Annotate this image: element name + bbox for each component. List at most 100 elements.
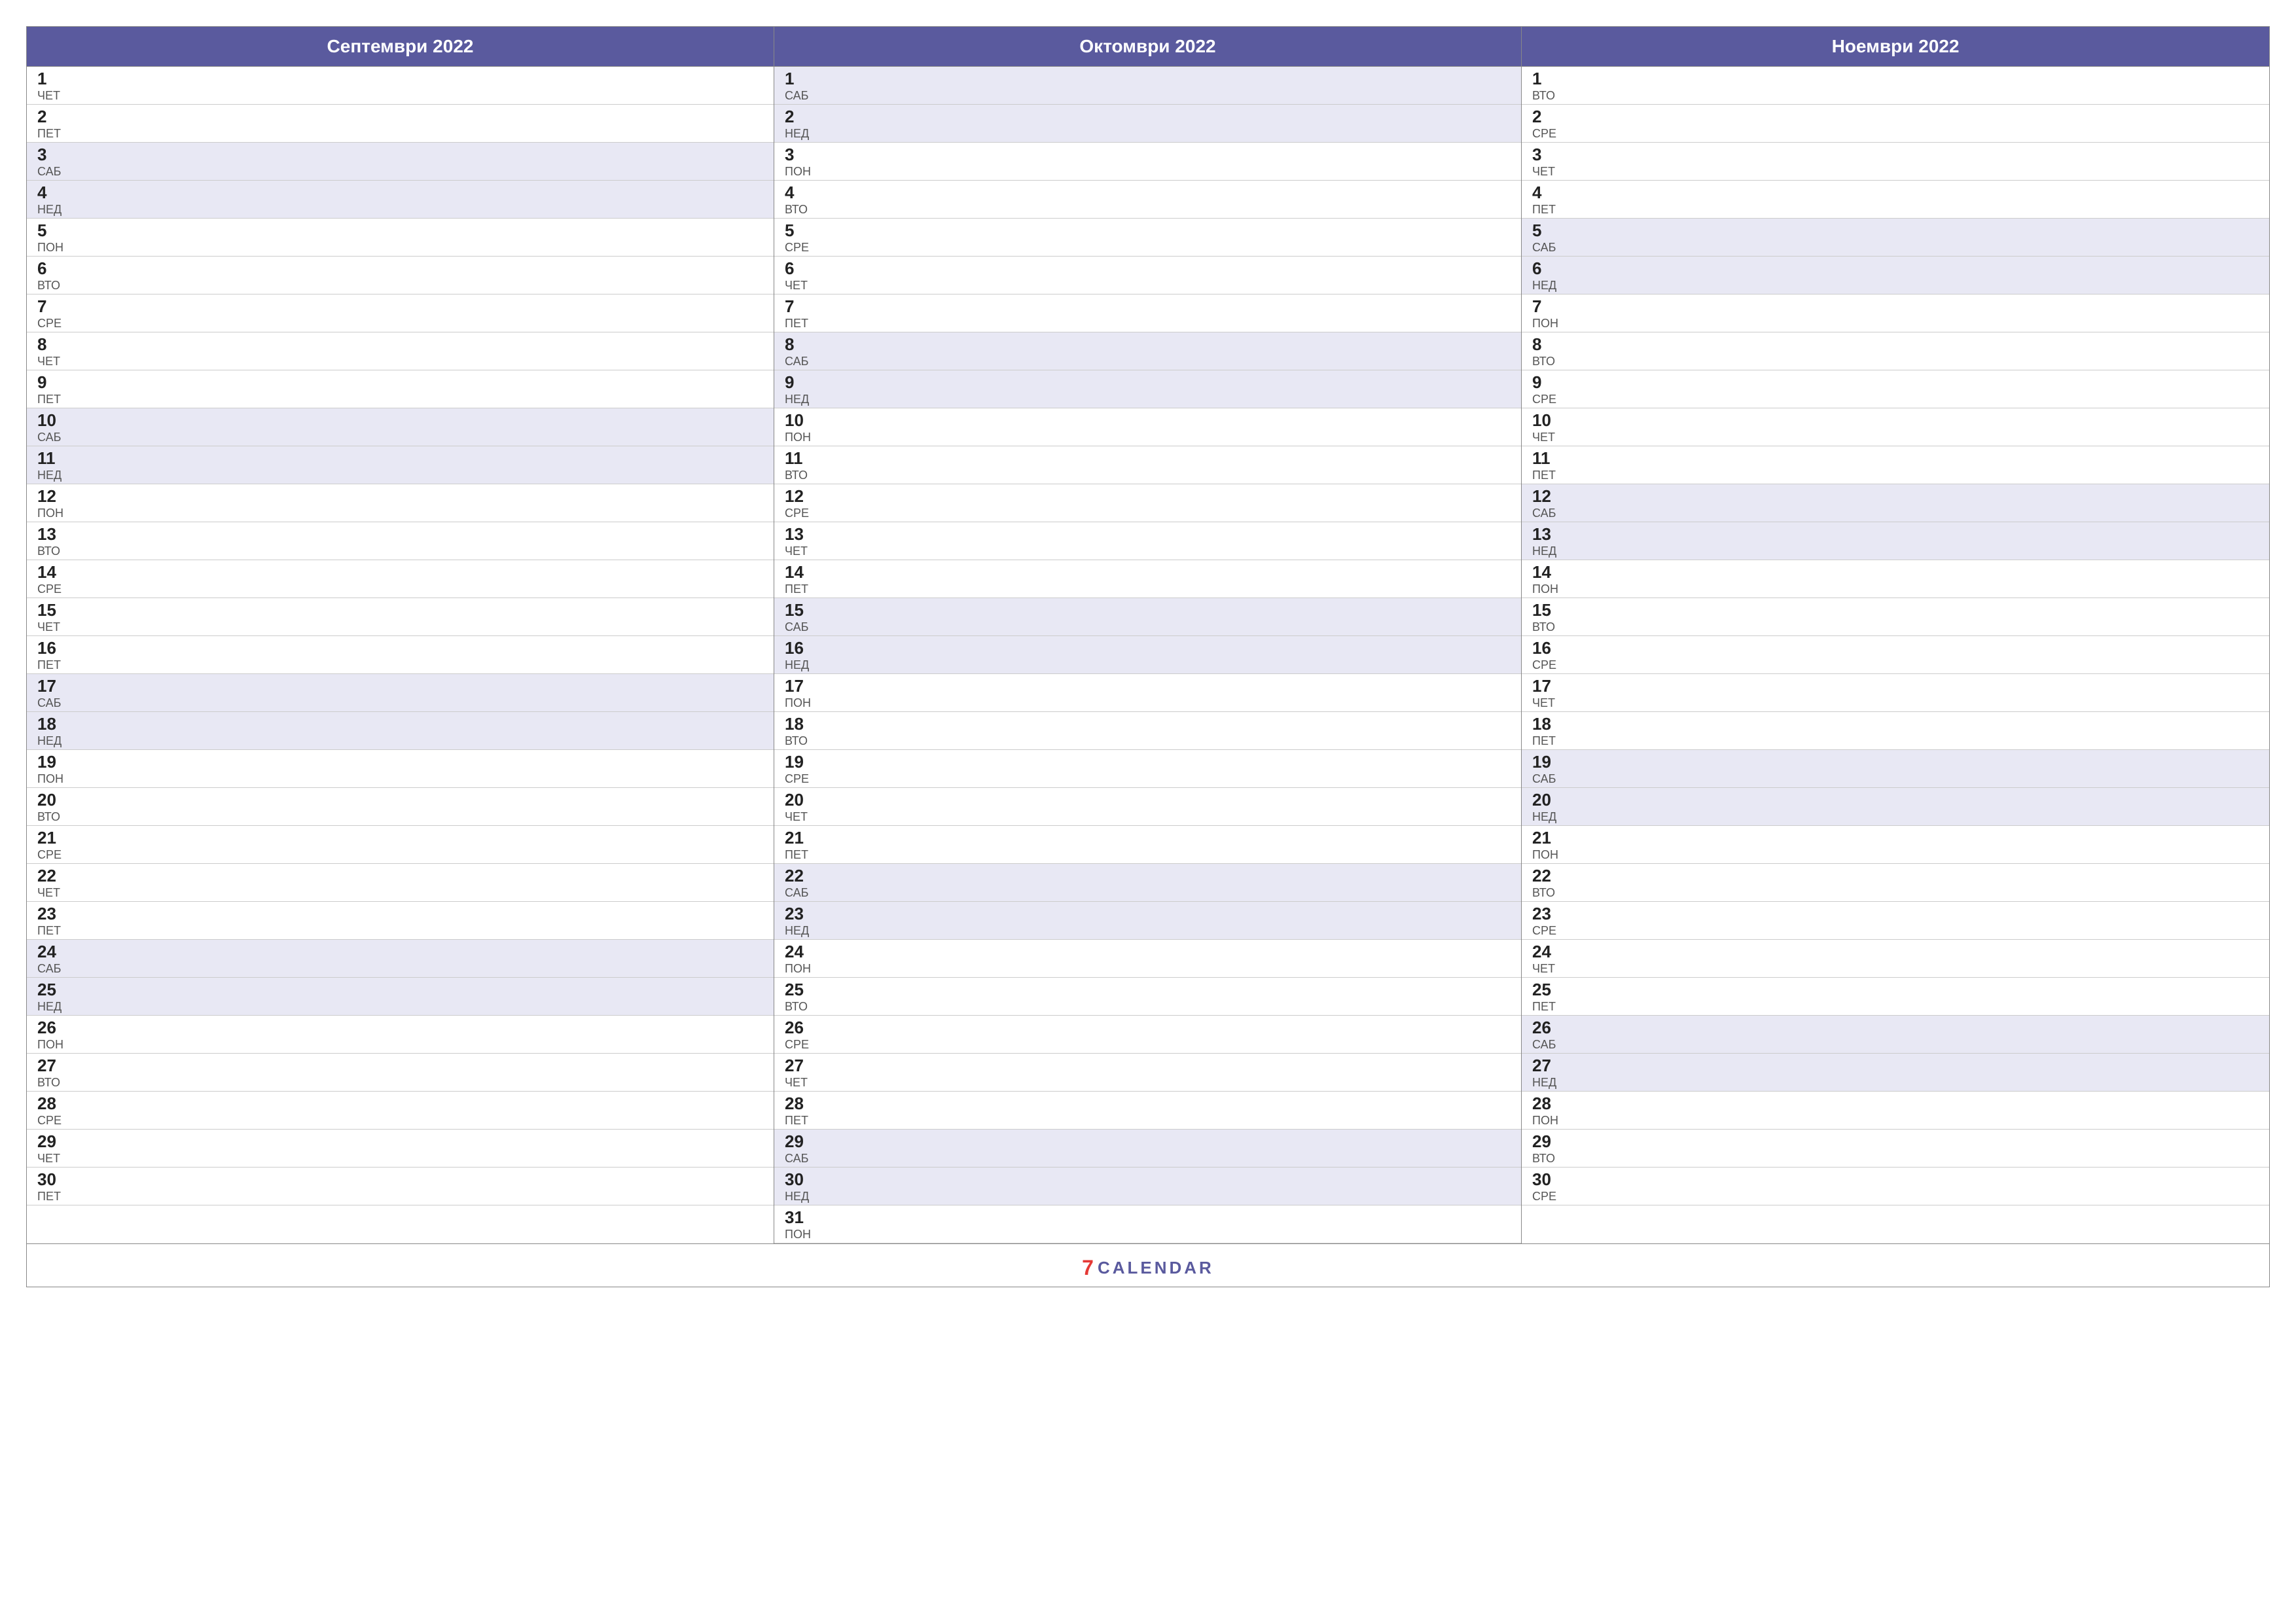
day-info: 6ВТО bbox=[37, 259, 69, 291]
day-number: 18 bbox=[1532, 715, 1564, 734]
day-name: САБ bbox=[1532, 241, 1564, 253]
day-name: ВТО bbox=[785, 469, 816, 481]
day-info: 13ВТО bbox=[37, 525, 69, 557]
day-name: ПОН bbox=[37, 1039, 69, 1050]
day-name: СРЕ bbox=[785, 773, 816, 785]
day-row: 17ПОН bbox=[774, 674, 1521, 712]
day-name: НЕД bbox=[785, 925, 816, 936]
day-row: 21ПОН bbox=[1522, 826, 2269, 864]
day-name: ПЕТ bbox=[1532, 204, 1564, 215]
day-name: ЧЕТ bbox=[37, 90, 69, 101]
day-row: 29ВТО bbox=[1522, 1130, 2269, 1168]
day-name: ПЕТ bbox=[1532, 735, 1564, 747]
day-info: 23СРЕ bbox=[1532, 904, 1564, 936]
day-name: НЕД bbox=[785, 1190, 816, 1202]
day-number: 13 bbox=[785, 525, 816, 544]
day-row: 8ЧЕТ bbox=[27, 332, 774, 370]
day-number: 8 bbox=[785, 335, 816, 354]
day-info: 20ВТО bbox=[37, 791, 69, 823]
day-row: 19ПОН bbox=[27, 750, 774, 788]
day-number: 18 bbox=[785, 715, 816, 734]
day-number: 28 bbox=[37, 1094, 69, 1113]
day-number: 11 bbox=[37, 449, 69, 468]
day-info: 9НЕД bbox=[785, 373, 816, 405]
day-number: 29 bbox=[1532, 1132, 1564, 1151]
day-row: 3ПОН bbox=[774, 143, 1521, 181]
day-info: 29ВТО bbox=[1532, 1132, 1564, 1164]
day-info: 20НЕД bbox=[1532, 791, 1564, 823]
day-info: 12СРЕ bbox=[785, 487, 816, 519]
day-info: 15ВТО bbox=[1532, 601, 1564, 633]
day-row: 6ВТО bbox=[27, 257, 774, 294]
day-info: 4ВТО bbox=[785, 183, 816, 215]
day-info: 7ПОН bbox=[1532, 297, 1564, 329]
day-name: НЕД bbox=[785, 128, 816, 139]
day-number: 18 bbox=[37, 715, 69, 734]
day-info: 2НЕД bbox=[785, 107, 816, 139]
day-number: 14 bbox=[785, 563, 816, 582]
day-row: 4НЕД bbox=[27, 181, 774, 219]
day-info: 29САБ bbox=[785, 1132, 816, 1164]
day-row: 31ПОН bbox=[774, 1205, 1521, 1243]
day-name: НЕД bbox=[785, 659, 816, 671]
day-number: 20 bbox=[785, 791, 816, 810]
day-number: 23 bbox=[785, 904, 816, 923]
day-number: 9 bbox=[785, 373, 816, 392]
day-row: 15ВТО bbox=[1522, 598, 2269, 636]
day-name: ВТО bbox=[37, 279, 69, 291]
day-row: 25НЕД bbox=[27, 978, 774, 1016]
day-number: 16 bbox=[785, 639, 816, 658]
day-name: ВТО bbox=[1532, 887, 1564, 899]
day-row: 9СРЕ bbox=[1522, 370, 2269, 408]
day-name: ЧЕТ bbox=[37, 621, 69, 633]
day-info: 9СРЕ bbox=[1532, 373, 1564, 405]
day-number: 7 bbox=[785, 297, 816, 316]
day-info: 23ПЕТ bbox=[37, 904, 69, 936]
day-row: 28СРЕ bbox=[27, 1092, 774, 1130]
day-name: СРЕ bbox=[37, 317, 69, 329]
day-row: 20НЕД bbox=[1522, 788, 2269, 826]
day-name: ПЕТ bbox=[785, 583, 816, 595]
day-row: 11ВТО bbox=[774, 446, 1521, 484]
day-row: 5СРЕ bbox=[774, 219, 1521, 257]
day-number: 26 bbox=[1532, 1018, 1564, 1037]
day-name: ВТО bbox=[1532, 355, 1564, 367]
day-row: 18ВТО bbox=[774, 712, 1521, 750]
day-info: 18ВТО bbox=[785, 715, 816, 747]
day-number: 19 bbox=[37, 753, 69, 772]
day-name: ПЕТ bbox=[37, 393, 69, 405]
day-row: 7СРЕ bbox=[27, 294, 774, 332]
day-name: НЕД bbox=[1532, 1077, 1564, 1088]
day-row: 16ПЕТ bbox=[27, 636, 774, 674]
day-name: САБ bbox=[785, 1152, 816, 1164]
day-name: ЧЕТ bbox=[1532, 166, 1564, 177]
day-number: 17 bbox=[785, 677, 816, 696]
day-info: 5СРЕ bbox=[785, 221, 816, 253]
day-number: 6 bbox=[785, 259, 816, 278]
day-number: 17 bbox=[1532, 677, 1564, 696]
day-number: 21 bbox=[1532, 829, 1564, 847]
day-info: 22САБ bbox=[785, 866, 816, 899]
day-number: 1 bbox=[37, 69, 69, 88]
day-name: САБ bbox=[1532, 773, 1564, 785]
day-info: 18ПЕТ bbox=[1532, 715, 1564, 747]
day-name: НЕД bbox=[1532, 811, 1564, 823]
day-name: ВТО bbox=[1532, 1152, 1564, 1164]
day-number: 23 bbox=[1532, 904, 1564, 923]
day-name: САБ bbox=[37, 963, 69, 974]
day-name: ВТО bbox=[785, 204, 816, 215]
day-row: 20ВТО bbox=[27, 788, 774, 826]
day-number: 7 bbox=[1532, 297, 1564, 316]
day-name: ВТО bbox=[37, 811, 69, 823]
day-info: 16ПЕТ bbox=[37, 639, 69, 671]
day-info: 6НЕД bbox=[1532, 259, 1564, 291]
day-row: 12ПОН bbox=[27, 484, 774, 522]
day-row: 20ЧЕТ bbox=[774, 788, 1521, 826]
day-number: 20 bbox=[37, 791, 69, 810]
day-number: 26 bbox=[785, 1018, 816, 1037]
day-number: 24 bbox=[785, 942, 816, 961]
day-row: 17САБ bbox=[27, 674, 774, 712]
day-row: 2СРЕ bbox=[1522, 105, 2269, 143]
day-info: 7СРЕ bbox=[37, 297, 69, 329]
day-info: 23 НЕД bbox=[785, 904, 816, 936]
